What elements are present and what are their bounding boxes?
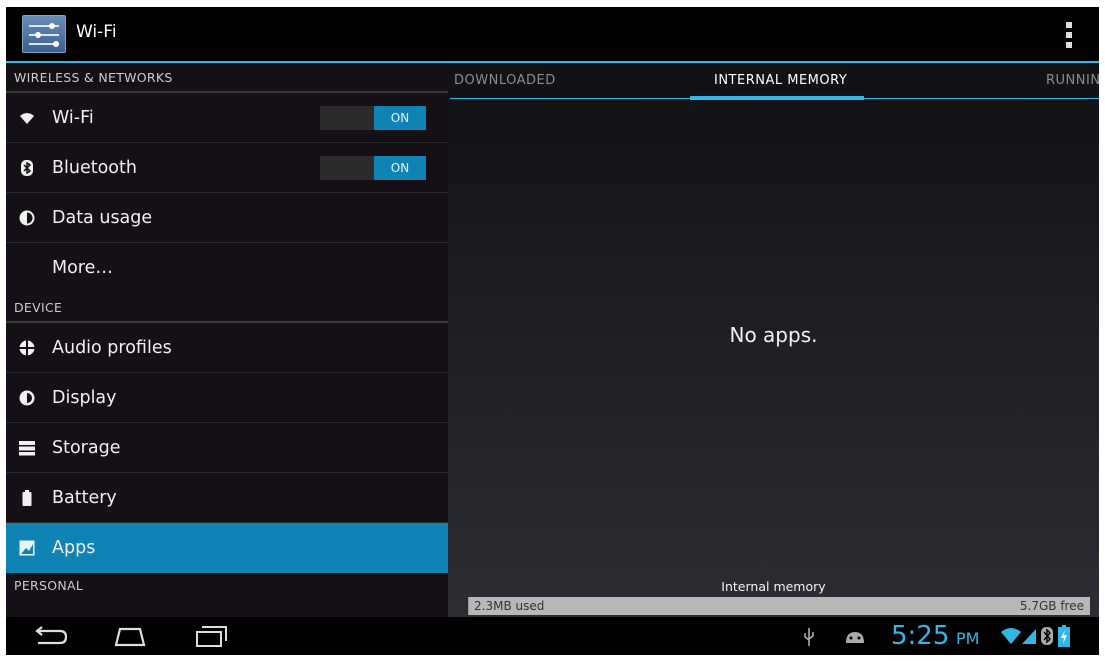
home-button[interactable] <box>110 623 150 649</box>
active-tab-indicator <box>690 96 864 100</box>
settings-list: WIRELESS & NETWORKS Wi-Fi ON Bluetooth O… <box>6 63 448 617</box>
page-title: Wi-Fi <box>76 22 117 42</box>
settings-item-label: Wi-Fi <box>52 108 94 128</box>
memory-used-label: 2.3MB used <box>474 599 545 613</box>
bluetooth-toggle[interactable]: ON <box>320 156 426 180</box>
battery-icon <box>22 490 32 506</box>
display-icon <box>19 390 35 406</box>
settings-item-label: Display <box>52 388 117 408</box>
bluetooth-icon <box>21 160 33 176</box>
bluetooth-status-icon <box>1041 627 1053 645</box>
settings-item-data-usage[interactable]: Data usage <box>6 193 448 243</box>
settings-item-storage[interactable]: Storage <box>6 423 448 473</box>
recent-apps-button[interactable] <box>192 623 232 649</box>
settings-item-label: Data usage <box>52 208 153 228</box>
settings-icon[interactable] <box>22 15 66 53</box>
settings-item-bluetooth[interactable]: Bluetooth ON <box>6 143 448 193</box>
overflow-menu-icon[interactable] <box>1062 22 1076 48</box>
tab-internal-memory[interactable]: INTERNAL MEMORY <box>714 63 847 99</box>
status-ampm: PM <box>956 629 980 648</box>
system-navigation-bar: 5:25 PM <box>6 617 1099 655</box>
settings-item-label: Bluetooth <box>52 158 137 178</box>
settings-item-more[interactable]: More… <box>6 243 448 293</box>
memory-used-fill <box>468 597 469 615</box>
back-button[interactable] <box>30 623 70 649</box>
battery-charging-icon <box>1058 625 1070 647</box>
data-usage-icon <box>19 210 35 226</box>
wifi-toggle[interactable]: ON <box>320 106 426 130</box>
empty-state-message: No apps. <box>729 323 818 347</box>
android-debug-icon <box>846 632 864 643</box>
settings-item-label: Audio profiles <box>52 338 172 358</box>
settings-item-label: Battery <box>52 488 117 508</box>
tab-strip: DOWNLOADED INTERNAL MEMORY RUNNING <box>448 63 1099 100</box>
section-header-personal: PERSONAL <box>14 578 84 593</box>
settings-item-audio-profiles[interactable]: Audio profiles <box>6 323 448 373</box>
wifi-icon <box>20 113 34 124</box>
cell-signal-icon <box>1022 629 1036 644</box>
apps-icon <box>19 540 35 556</box>
section-header-device: DEVICE <box>6 293 448 323</box>
settings-item-label: Apps <box>52 538 96 558</box>
section-header-wireless: WIRELESS & NETWORKS <box>6 63 448 93</box>
settings-item-apps[interactable]: Apps <box>6 523 448 573</box>
memory-usage-bar: 2.3MB used 5.7GB free <box>468 597 1090 615</box>
tablet-screen: Wi-Fi WIRELESS & NETWORKS Wi-Fi ON Bluet… <box>6 7 1099 655</box>
settings-item-label: Storage <box>52 438 121 458</box>
memory-free-label: 5.7GB free <box>1019 599 1084 613</box>
settings-item-battery[interactable]: Battery <box>6 473 448 523</box>
tab-running[interactable]: RUNNING <box>1046 63 1099 99</box>
tab-downloaded[interactable]: DOWNLOADED <box>454 63 556 99</box>
settings-item-display[interactable]: Display <box>6 373 448 423</box>
action-bar: Wi-Fi <box>6 7 1099 63</box>
storage-icon <box>19 441 35 456</box>
settings-item-label: More… <box>52 258 113 278</box>
memory-title: Internal memory <box>721 579 826 594</box>
status-clock: 5:25 <box>891 621 950 651</box>
wifi-signal-icon <box>1001 628 1021 644</box>
settings-item-wifi[interactable]: Wi-Fi ON <box>6 93 448 143</box>
toggle-on-label: ON <box>374 156 426 180</box>
audio-profiles-icon <box>19 340 35 356</box>
usb-icon <box>804 628 814 646</box>
toggle-on-label: ON <box>374 106 426 130</box>
apps-pane: DOWNLOADED INTERNAL MEMORY RUNNING No ap… <box>448 63 1099 617</box>
